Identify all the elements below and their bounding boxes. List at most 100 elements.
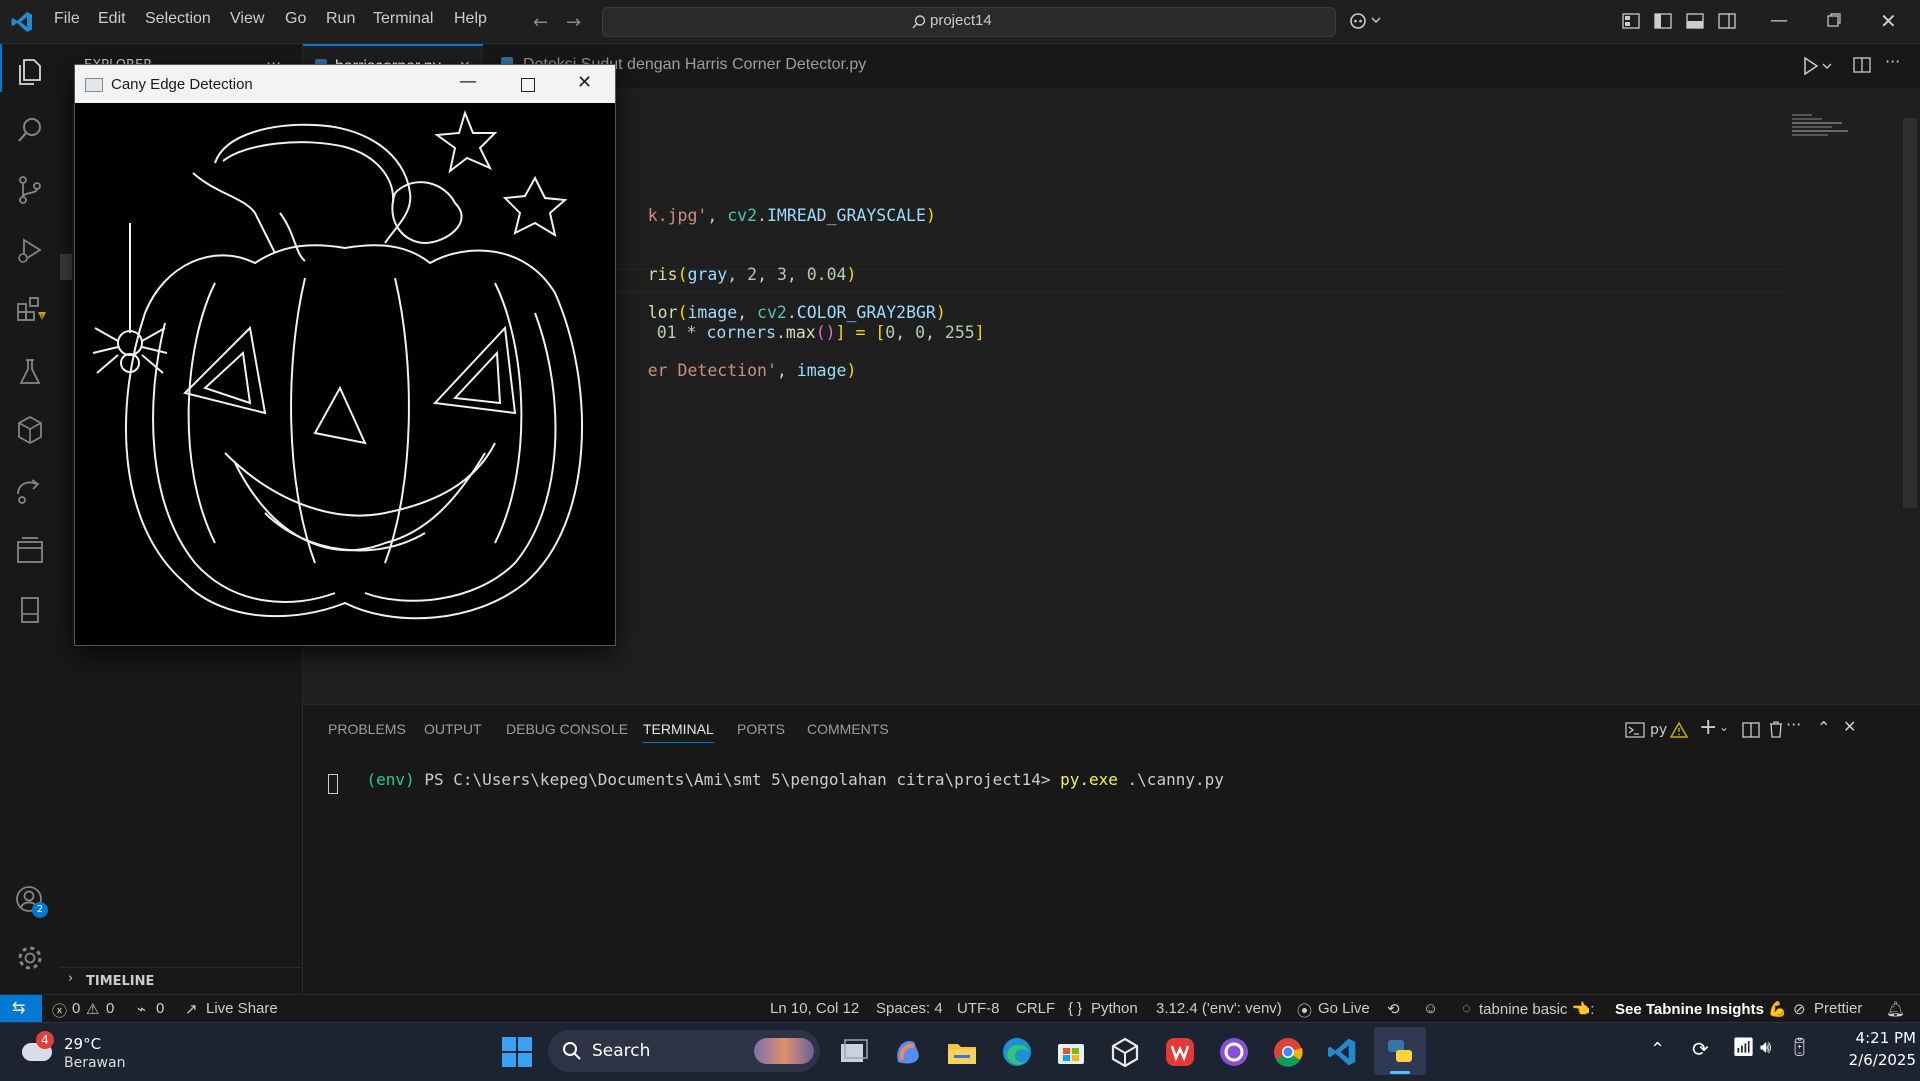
- line-ending[interactable]: CRLF: [1016, 1000, 1055, 1017]
- chrome-icon[interactable]: [1272, 1036, 1304, 1068]
- taskbar-search[interactable]: Search: [548, 1030, 820, 1072]
- close-icon[interactable]: ✕: [1880, 9, 1897, 33]
- remote-indicator[interactable]: ⇆: [0, 995, 42, 1023]
- indentation[interactable]: Spaces: 4: [876, 1000, 943, 1017]
- battery-icon[interactable]: 🔋︎: [1788, 1037, 1811, 1058]
- terminal-shell-icon[interactable]: [1625, 721, 1645, 739]
- github-desktop-icon[interactable]: [1218, 1036, 1250, 1068]
- editor-scrollbar[interactable]: [1903, 118, 1917, 508]
- wps-office-icon[interactable]: [1164, 1036, 1196, 1068]
- menu-help[interactable]: Help: [454, 10, 487, 28]
- python-environments-icon[interactable]: [14, 414, 46, 446]
- containers-icon[interactable]: [14, 534, 46, 566]
- weather-widget[interactable]: 4 29°C Berawan: [20, 1031, 130, 1075]
- terminal-output[interactable]: (env) PS C:\Users\kepeg\Documents\Ami\sm…: [328, 751, 1224, 808]
- panel-tab-terminal[interactable]: TERMINAL: [643, 721, 714, 743]
- cube-app-icon[interactable]: [1109, 1036, 1141, 1068]
- editor-more-actions-icon[interactable]: ···: [1885, 52, 1900, 71]
- run-python-icon[interactable]: [1803, 56, 1837, 76]
- menu-file[interactable]: File: [54, 10, 80, 28]
- sidebar-scroll-indicator: [60, 254, 72, 280]
- file-explorer-icon[interactable]: [946, 1036, 978, 1068]
- forward-arrow-icon[interactable]: →: [566, 12, 581, 33]
- menu-run[interactable]: Run: [326, 10, 355, 28]
- testing-icon[interactable]: [14, 356, 46, 388]
- split-terminal-icon[interactable]: [1742, 721, 1760, 739]
- panel-tab-problems[interactable]: PROBLEMS: [328, 721, 406, 737]
- panel-tab-ports[interactable]: PORTS: [737, 721, 785, 737]
- volume-icon[interactable]: 🔊︎: [1760, 1037, 1771, 1058]
- update-icon[interactable]: ⟳: [1692, 1037, 1709, 1061]
- vscode-taskbar-icon[interactable]: [1326, 1036, 1358, 1068]
- tabnine-insights[interactable]: See Tabnine Insights 💪: [1615, 1000, 1787, 1018]
- canny-edge-image: [75, 103, 615, 643]
- customize-layout-icon[interactable]: [1622, 12, 1640, 30]
- timeline-section[interactable]: › TIMELINE: [60, 967, 302, 994]
- back-arrow-icon[interactable]: ←: [533, 12, 548, 33]
- canny-maximize-icon[interactable]: [521, 78, 535, 92]
- error-count[interactable]: 0: [72, 1000, 80, 1017]
- python-taskbar-active[interactable]: [1374, 1027, 1426, 1075]
- sync-icon[interactable]: ⟲: [1387, 1000, 1400, 1018]
- manage-gear-icon[interactable]: [14, 942, 46, 974]
- wifi-icon[interactable]: 📶︎: [1732, 1037, 1755, 1058]
- cursor-position[interactable]: Ln 10, Col 12: [770, 1000, 859, 1017]
- tabnine-status[interactable]: tabnine basic 👈:: [1479, 1000, 1594, 1018]
- command-center-search[interactable]: project14: [602, 7, 1336, 37]
- maximize-panel-icon[interactable]: ⌃: [1817, 718, 1830, 737]
- extensions-icon[interactable]: !: [14, 294, 46, 326]
- ports-count[interactable]: 0: [156, 1000, 164, 1017]
- canny-window-titlebar[interactable]: Cany Edge Detection — ✕: [75, 65, 615, 103]
- restore-icon[interactable]: [1826, 12, 1842, 28]
- toggle-primary-sidebar-icon[interactable]: [1654, 12, 1672, 30]
- bell-icon[interactable]: 🔔︎: [1886, 1000, 1905, 1018]
- run-debug-icon[interactable]: [14, 234, 46, 266]
- python-interpreter[interactable]: 3.12.4 ('env': venv): [1156, 1000, 1282, 1017]
- time: 4:21 PM: [1855, 1029, 1916, 1047]
- clock[interactable]: 4:21 PM 2/6/2025: [1820, 1029, 1916, 1069]
- copilot-icon[interactable]: [1350, 10, 1386, 32]
- weather-temp: 29°C: [64, 1035, 102, 1053]
- menu-terminal[interactable]: Terminal: [373, 10, 433, 28]
- copilot-app-icon[interactable]: [892, 1036, 924, 1068]
- chevron-down-icon[interactable]: ⌄: [1719, 720, 1729, 734]
- canny-minimize-icon[interactable]: —: [459, 71, 477, 92]
- edge-icon[interactable]: [1001, 1036, 1033, 1068]
- trash-icon[interactable]: [1768, 720, 1784, 738]
- accounts-icon[interactable]: 2: [14, 884, 48, 918]
- source-control-icon[interactable]: [14, 174, 46, 206]
- search-icon[interactable]: [14, 114, 46, 146]
- new-terminal-icon[interactable]: +: [1699, 715, 1717, 740]
- encoding[interactable]: UTF-8: [957, 1000, 1000, 1017]
- menu-edit[interactable]: Edit: [98, 10, 126, 28]
- minimap[interactable]: [1788, 112, 1858, 142]
- menu-selection[interactable]: Selection: [145, 10, 211, 28]
- live-share[interactable]: Live Share: [206, 1000, 278, 1017]
- go-live[interactable]: Go Live: [1318, 1000, 1370, 1017]
- language-mode[interactable]: Python: [1091, 1000, 1138, 1017]
- split-editor-icon[interactable]: [1853, 56, 1871, 74]
- minimize-icon[interactable]: —: [1770, 10, 1788, 31]
- task-view-icon[interactable]: [837, 1036, 869, 1068]
- canny-close-icon[interactable]: ✕: [577, 72, 592, 93]
- panel-tab-debug-console[interactable]: DEBUG CONSOLE: [506, 721, 628, 737]
- toggle-panel-icon[interactable]: [1686, 12, 1704, 30]
- show-hidden-icons[interactable]: ⌃: [1650, 1039, 1665, 1060]
- microsoft-store-icon[interactable]: [1055, 1036, 1087, 1068]
- prettier[interactable]: Prettier: [1814, 1000, 1862, 1017]
- remote-explorer-icon[interactable]: [14, 474, 46, 506]
- menu-view[interactable]: View: [230, 10, 264, 28]
- copilot-status-icon[interactable]: ☺: [1423, 1000, 1438, 1017]
- bottom-panel: PROBLEMS OUTPUT DEBUG CONSOLE TERMINAL P…: [303, 704, 1920, 995]
- windows-start-icon[interactable]: [502, 1037, 532, 1067]
- notebook-icon[interactable]: [14, 594, 46, 626]
- close-panel-icon[interactable]: ✕: [1843, 717, 1856, 736]
- toggle-secondary-sidebar-icon[interactable]: [1718, 12, 1736, 30]
- menu-go[interactable]: Go: [285, 10, 306, 28]
- explorer-icon[interactable]: [14, 56, 46, 88]
- panel-tab-output[interactable]: OUTPUT: [424, 721, 482, 737]
- panel-more-actions-icon[interactable]: ···: [1786, 715, 1801, 734]
- panel-tab-comments[interactable]: COMMENTS: [807, 721, 889, 737]
- svg-text:!: !: [41, 313, 44, 321]
- warning-count[interactable]: 0: [106, 1000, 114, 1017]
